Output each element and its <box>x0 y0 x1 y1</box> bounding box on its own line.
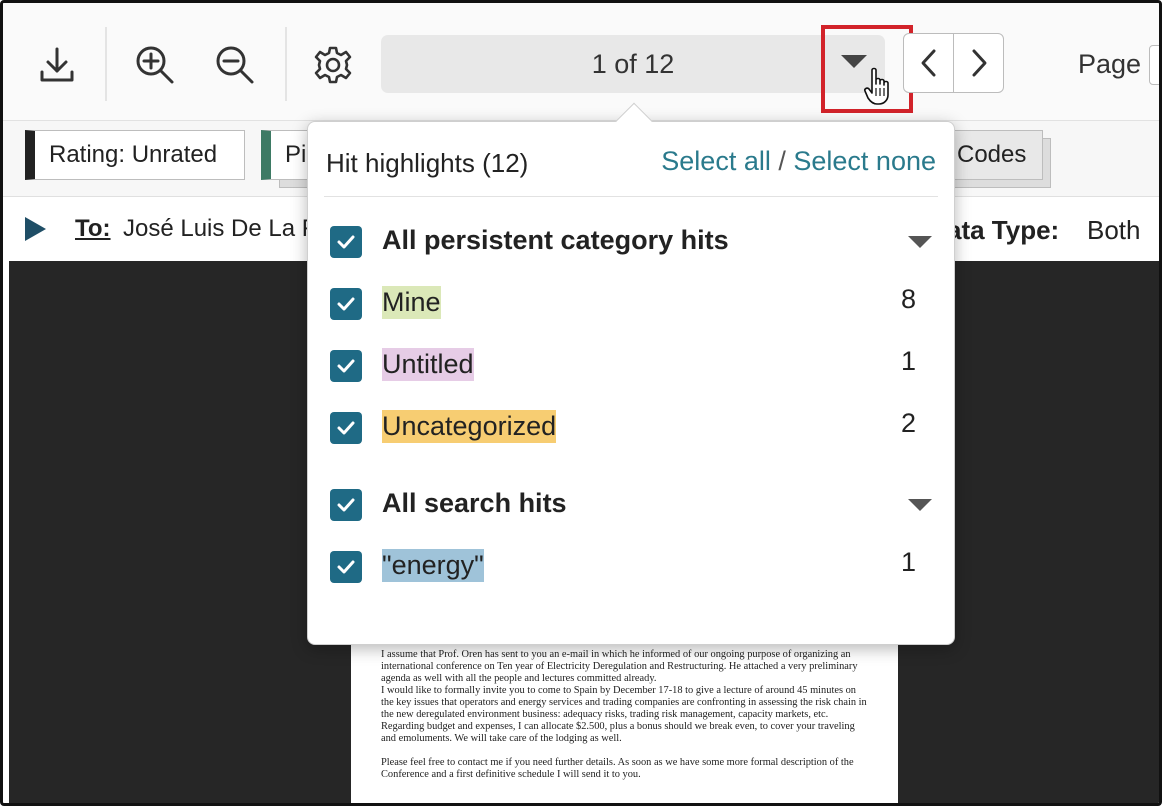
previous-hit-button[interactable] <box>903 33 954 93</box>
to-value: José Luis De La F <box>123 215 317 242</box>
category-label: Mine <box>382 286 441 319</box>
group-row-persistent[interactable]: All persistent category hits <box>330 222 934 262</box>
viewer-edge <box>3 261 9 803</box>
doc-paragraph: I would like to formally invite you to c… <box>381 685 867 720</box>
category-row-mine[interactable]: Mine 8 <box>330 284 934 324</box>
codes-tag-label: Codes <box>957 141 1027 168</box>
search-row-energy[interactable]: "energy" 1 <box>330 547 934 587</box>
chevron-left-icon <box>921 49 935 77</box>
hand-cursor-icon <box>864 67 889 105</box>
search-term-label: "energy" <box>382 549 484 582</box>
hit-count: 8 <box>900 284 916 314</box>
hit-highlights-popover: Hit highlights (12) Select all / Select … <box>307 102 955 645</box>
checkmark-icon <box>337 560 355 574</box>
to-label: To: <box>75 215 111 242</box>
rating-tag[interactable]: Rating: Unrated <box>25 130 245 180</box>
collapse-caret-icon[interactable] <box>908 499 932 511</box>
data-type-label: ata Type: <box>947 215 1060 245</box>
category-row-uncategorized[interactable]: Uncategorized 2 <box>330 408 934 448</box>
select-links: Select all / Select none <box>661 146 936 177</box>
chevron-right-icon <box>972 49 986 77</box>
checkbox[interactable] <box>330 226 362 258</box>
checkmark-icon <box>337 359 355 373</box>
toolbar-divider <box>105 27 107 101</box>
toolbar: 1 of 12 Page <box>3 3 1159 121</box>
hit-highlights-dropdown[interactable]: 1 of 12 <box>381 35 885 93</box>
doc-paragraph: I assume that Prof. Oren has sent to you… <box>381 649 858 684</box>
doc-paragraph: Please feel free to contact me if you ne… <box>381 757 854 780</box>
group-label: All persistent category hits <box>382 225 729 255</box>
doc-paragraph: Regarding budget and expenses, I can all… <box>381 721 855 744</box>
checkmark-icon <box>337 235 355 249</box>
checkbox[interactable] <box>330 350 362 382</box>
data-type-value: Both <box>1087 215 1141 245</box>
category-label: Untitled <box>382 348 474 381</box>
hit-count: 1 <box>900 346 916 376</box>
category-row-untitled[interactable]: Untitled 1 <box>330 346 934 386</box>
popover-divider <box>324 196 938 197</box>
checkmark-icon <box>337 297 355 311</box>
page-label: Page <box>1078 49 1142 79</box>
group-label: All search hits <box>382 488 567 518</box>
hits-selector-text: 1 of 12 <box>591 48 675 79</box>
checkbox[interactable] <box>330 489 362 521</box>
category-label: Uncategorized <box>382 410 557 443</box>
select-none-link[interactable]: Select none <box>793 146 936 176</box>
zoom-in-icon[interactable] <box>131 41 179 89</box>
checkbox[interactable] <box>330 412 362 444</box>
hit-count: 2 <box>900 408 916 438</box>
gear-icon[interactable] <box>309 41 357 89</box>
collapse-caret-icon[interactable] <box>908 236 932 248</box>
zoom-out-icon[interactable] <box>211 41 259 89</box>
toolbar-divider <box>285 27 287 101</box>
download-icon[interactable] <box>33 41 81 89</box>
popover-title: Hit highlights (12) <box>326 148 529 178</box>
expand-play-icon[interactable] <box>25 217 46 241</box>
select-separator: / <box>778 146 786 176</box>
next-hit-button[interactable] <box>953 33 1004 93</box>
select-all-link[interactable]: Select all <box>661 146 771 176</box>
checkmark-icon <box>337 498 355 512</box>
document-page: I assume that Prof. Oren has sent to you… <box>351 643 898 803</box>
rating-tag-label: Rating: Unrated <box>49 141 218 168</box>
group-row-search[interactable]: All search hits <box>330 485 934 525</box>
checkbox[interactable] <box>330 551 362 583</box>
checkbox[interactable] <box>330 288 362 320</box>
pi-tag-label: Pi <box>285 141 307 168</box>
checkmark-icon <box>337 421 355 435</box>
hit-count: 1 <box>900 547 916 577</box>
page-number-input[interactable] <box>1149 45 1159 85</box>
viewer-window: 1 of 12 Page Rating: Unrated Pi Codes To… <box>0 0 1162 806</box>
